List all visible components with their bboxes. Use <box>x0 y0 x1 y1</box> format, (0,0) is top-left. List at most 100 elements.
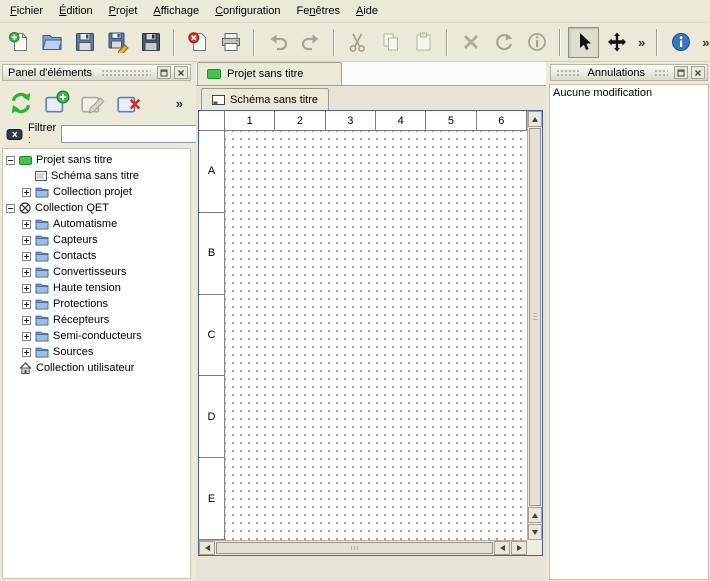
horizontal-scroll-thumb[interactable] <box>216 542 493 554</box>
cursor-arrow-icon <box>573 31 595 53</box>
scroll-left-button[interactable] <box>494 541 510 555</box>
filter-label: Filtrer : <box>28 122 56 146</box>
vertical-scrollbar[interactable] <box>527 111 542 540</box>
close-file-button[interactable] <box>182 27 213 58</box>
float-dock-button[interactable] <box>157 66 171 79</box>
expand-icon[interactable] <box>22 220 31 229</box>
save-as-button[interactable] <box>102 27 133 58</box>
select-tool-button[interactable] <box>568 27 599 58</box>
tree-item-capteurs[interactable]: Capteurs <box>3 232 190 248</box>
close-dock-button[interactable] <box>691 66 705 79</box>
new-file-button[interactable] <box>3 27 34 58</box>
open-folder-icon <box>41 31 63 53</box>
edit-element-button[interactable] <box>78 88 108 118</box>
tree-item-recepteurs[interactable]: Récepteurs <box>3 312 190 328</box>
scroll-down-button[interactable] <box>528 524 542 540</box>
horizontal-scrollbar[interactable] <box>199 540 527 555</box>
menu-configuration[interactable]: Configuration <box>207 1 288 21</box>
menu-fenetres[interactable]: Fenêtres <box>289 1 348 21</box>
expand-icon[interactable] <box>22 284 31 293</box>
about-button[interactable] <box>665 27 696 58</box>
paste-button[interactable] <box>408 27 439 58</box>
tree-item-collection-qet[interactable]: Collection QET <box>3 200 190 216</box>
expand-icon[interactable] <box>22 236 31 245</box>
undo-history-list[interactable]: Aucune modification <box>549 84 709 580</box>
delete-element-button[interactable] <box>114 88 144 118</box>
tree-item-project[interactable]: Projet sans titre <box>3 152 190 168</box>
folder-icon <box>35 218 49 230</box>
tree-item-collection-projet[interactable]: Collection projet <box>3 184 190 200</box>
toolbar-overflow-button[interactable]: » <box>634 35 649 50</box>
schema-tab[interactable]: Schéma sans titre <box>201 88 329 110</box>
copy-button[interactable] <box>375 27 406 58</box>
expand-icon[interactable] <box>22 332 31 341</box>
expand-icon[interactable] <box>22 252 31 261</box>
menu-affichage[interactable]: Affichage <box>145 1 207 21</box>
project-tab[interactable]: Projet sans titre <box>197 62 342 85</box>
info-blue-icon <box>670 31 692 53</box>
menu-aide[interactable]: Aide <box>348 1 386 21</box>
float-dock-button[interactable] <box>674 66 688 79</box>
save-all-button[interactable] <box>135 27 166 58</box>
undo-button[interactable] <box>262 27 293 58</box>
cut-button[interactable] <box>342 27 373 58</box>
save-button[interactable] <box>69 27 100 58</box>
folder-icon <box>35 314 49 326</box>
tree-item-contacts[interactable]: Contacts <box>3 248 190 264</box>
column-header: 6 <box>477 111 527 131</box>
delete-button[interactable] <box>455 27 486 58</box>
rotate-button[interactable] <box>488 27 519 58</box>
elements-panel-titlebar[interactable]: Panel d'éléments <box>2 64 191 81</box>
folder-icon <box>35 330 49 342</box>
scroll-up-button[interactable] <box>528 507 542 523</box>
redo-button[interactable] <box>295 27 326 58</box>
diagram-view[interactable]: 1 2 3 4 5 6 A B C D E <box>198 110 543 556</box>
tree-item-label: Automatisme <box>53 218 117 230</box>
tree-item-schema[interactable]: Schéma sans titre <box>3 168 190 184</box>
menu-edition[interactable]: Édition <box>51 1 101 21</box>
rotate-icon <box>493 31 515 53</box>
collapse-icon[interactable] <box>6 156 15 165</box>
undo-dock-titlebar[interactable]: Annulations <box>550 64 708 81</box>
dock-grip[interactable] <box>101 68 151 77</box>
scroll-up-button[interactable] <box>528 111 542 127</box>
open-file-button[interactable] <box>36 27 67 58</box>
scroll-right-button[interactable] <box>511 541 527 555</box>
expand-icon[interactable] <box>22 300 31 309</box>
filter-input[interactable] <box>61 125 211 143</box>
folder-icon <box>35 234 49 246</box>
panel-toolbar-overflow-button[interactable]: » <box>172 96 187 111</box>
diagram-canvas[interactable] <box>225 131 527 540</box>
project-icon <box>207 69 221 79</box>
clear-filter-icon[interactable] <box>6 127 23 142</box>
print-button[interactable] <box>215 27 246 58</box>
reload-collections-button[interactable] <box>6 88 36 118</box>
toolbar-overflow-button[interactable]: » <box>698 35 710 50</box>
copy-icon <box>380 31 402 53</box>
move-tool-button[interactable] <box>601 27 632 58</box>
menu-projet[interactable]: Projet <box>101 1 146 21</box>
expand-icon[interactable] <box>22 188 31 197</box>
tree-item-label: Sources <box>53 346 93 358</box>
expand-icon[interactable] <box>22 316 31 325</box>
expand-icon[interactable] <box>22 348 31 357</box>
close-icon <box>177 69 185 77</box>
dock-grip[interactable] <box>654 68 668 77</box>
tree-item-protections[interactable]: Protections <box>3 296 190 312</box>
expand-icon[interactable] <box>22 268 31 277</box>
tree-item-convertisseurs[interactable]: Convertisseurs <box>3 264 190 280</box>
tree-item-collection-utilisateur[interactable]: Collection utilisateur <box>3 360 190 376</box>
close-dock-button[interactable] <box>174 66 188 79</box>
scroll-left-button[interactable] <box>199 541 215 555</box>
tree-item-haute-tension[interactable]: Haute tension <box>3 280 190 296</box>
tree-item-sources[interactable]: Sources <box>3 344 190 360</box>
dock-grip[interactable] <box>556 68 579 77</box>
vertical-scroll-thumb[interactable] <box>529 128 541 506</box>
tree-item-semi-conducteurs[interactable]: Semi-conducteurs <box>3 328 190 344</box>
delete-element-icon <box>116 90 142 116</box>
collapse-icon[interactable] <box>6 204 15 213</box>
menu-fichier[interactable]: Fichier <box>2 1 51 21</box>
new-element-button[interactable] <box>42 88 72 118</box>
properties-button[interactable] <box>521 27 552 58</box>
tree-item-automatisme[interactable]: Automatisme <box>3 216 190 232</box>
